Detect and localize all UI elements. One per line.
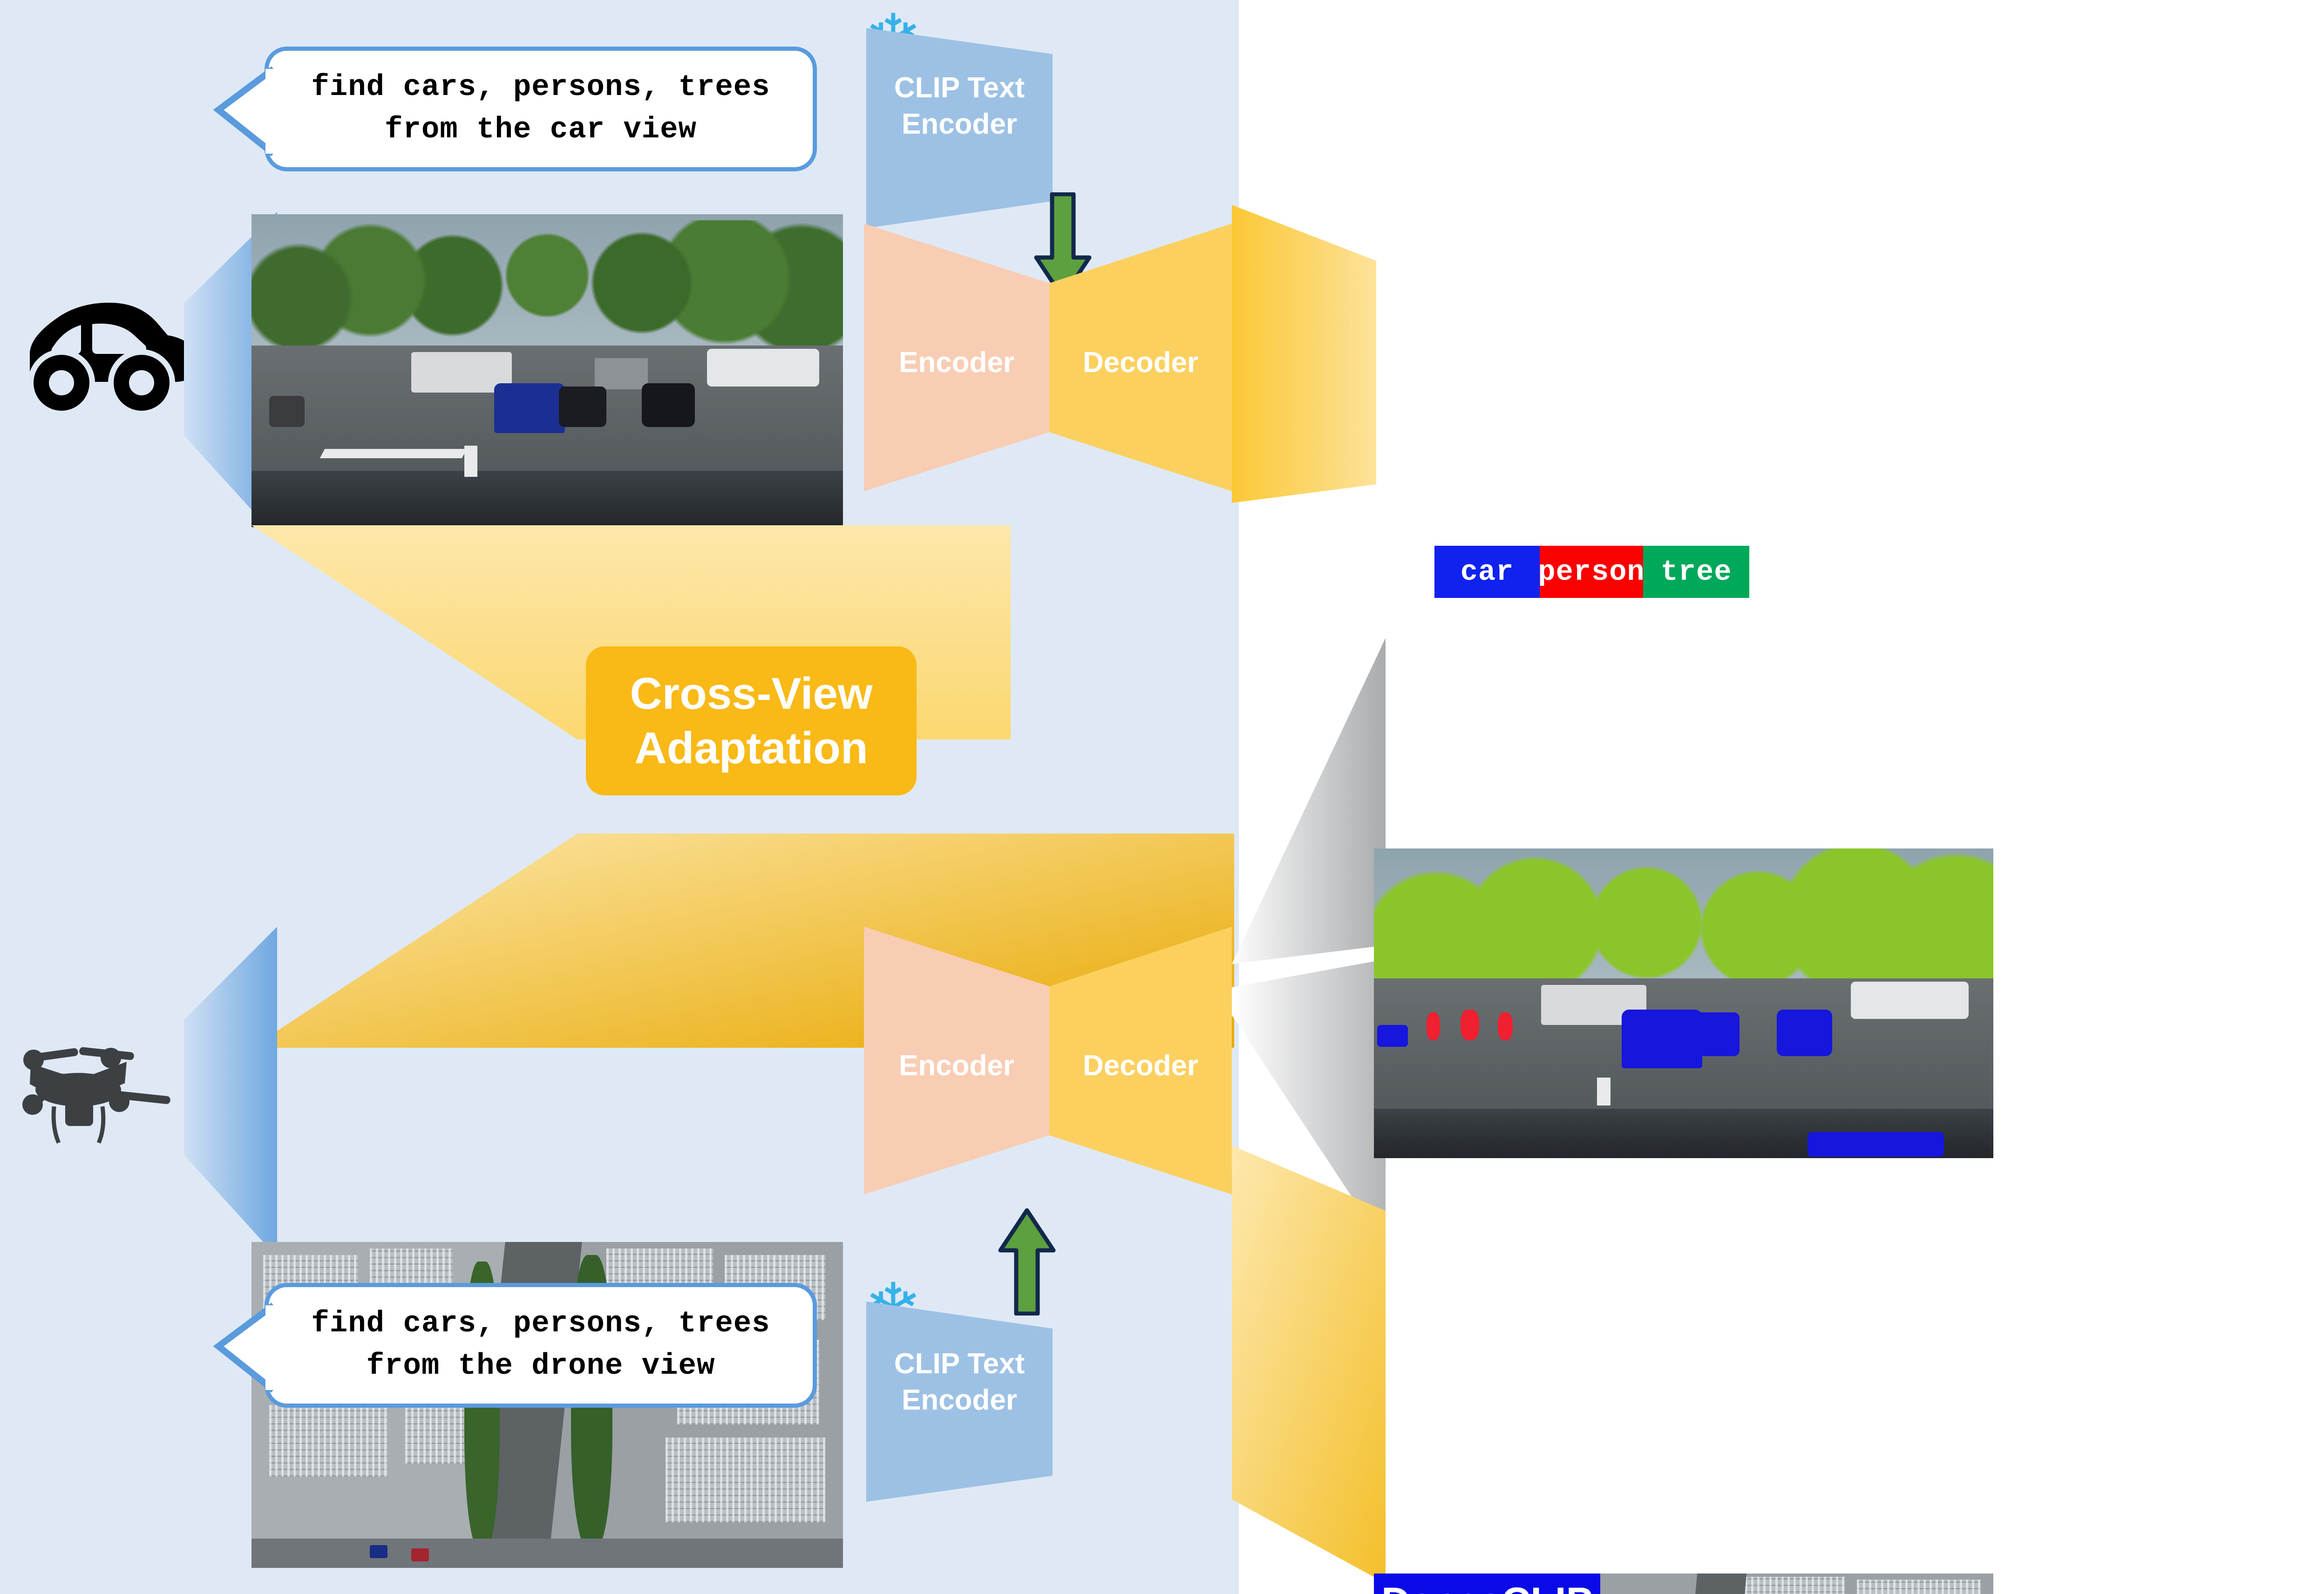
drone-prompt-line1: find cars, persons, trees [311, 1307, 770, 1341]
denseclip-result-panel: DenseCLIP [1374, 1574, 1993, 1594]
drone-input-funnel [184, 927, 277, 1257]
car-decoder-label: Decoder [1082, 346, 1199, 379]
car-prompt-line2: from the car view [385, 113, 697, 147]
cross-view-adaptation-module[interactable]: Cross-View Adaptation [586, 646, 917, 795]
clip-text-encoder-bottom-label: CLIP Text Encoder [866, 1346, 1053, 1418]
car-encoder-label: Encoder [898, 346, 1015, 379]
car-prompt-bubble: find cars, persons, trees from the car v… [265, 47, 817, 171]
cva-line2: Adaptation [634, 723, 868, 773]
denseclip-label: DenseCLIP [1381, 1582, 1593, 1594]
legend-item-car: car [1434, 546, 1540, 598]
clip-bottom-line1: CLIP Text [894, 1348, 1025, 1380]
our-approach-connector-funnel [1232, 1146, 1386, 1583]
drone-bubble-tail [213, 1302, 276, 1393]
legend-label-person: person [1538, 555, 1645, 589]
figure-root: find cars, persons, trees from the car v… [0, 0, 2324, 1594]
legend-label-tree: tree [1660, 555, 1732, 589]
legend-item-person: person [1538, 546, 1645, 598]
drone-decoder-label: Decoder [1082, 1050, 1199, 1082]
car-output-funnel [1232, 205, 1376, 503]
car-view-source-image [251, 214, 843, 527]
clip-bottom-line2: Encoder [901, 1384, 1018, 1416]
clip-text-encoder-top-label: CLIP Text Encoder [866, 70, 1053, 142]
clip-top-line1: CLIP Text [894, 72, 1025, 104]
car-bubble-tail [213, 66, 276, 156]
denseclip-connector-funnel [1232, 638, 1386, 964]
text-feature-arrow-up-icon [998, 1208, 1056, 1316]
drone-prompt-line2: from the drone view [366, 1350, 715, 1383]
denseclip-method-tag: DenseCLIP [1374, 1574, 1601, 1594]
drone-encoder-label: Encoder [898, 1050, 1015, 1082]
drone-icon [22, 1047, 170, 1144]
car-view-segmentation-output [1374, 848, 1993, 1158]
legend-item-tree: tree [1643, 546, 1749, 598]
drone-prompt-bubble: find cars, persons, trees from the drone… [265, 1283, 817, 1408]
car-icon [28, 303, 186, 416]
class-color-legend: car person tree [1434, 546, 1749, 598]
legend-label-car: car [1460, 555, 1514, 589]
cva-line1: Cross-View [630, 668, 873, 719]
clip-top-line2: Encoder [901, 108, 1018, 140]
car-prompt-line1: find cars, persons, trees [311, 71, 770, 105]
